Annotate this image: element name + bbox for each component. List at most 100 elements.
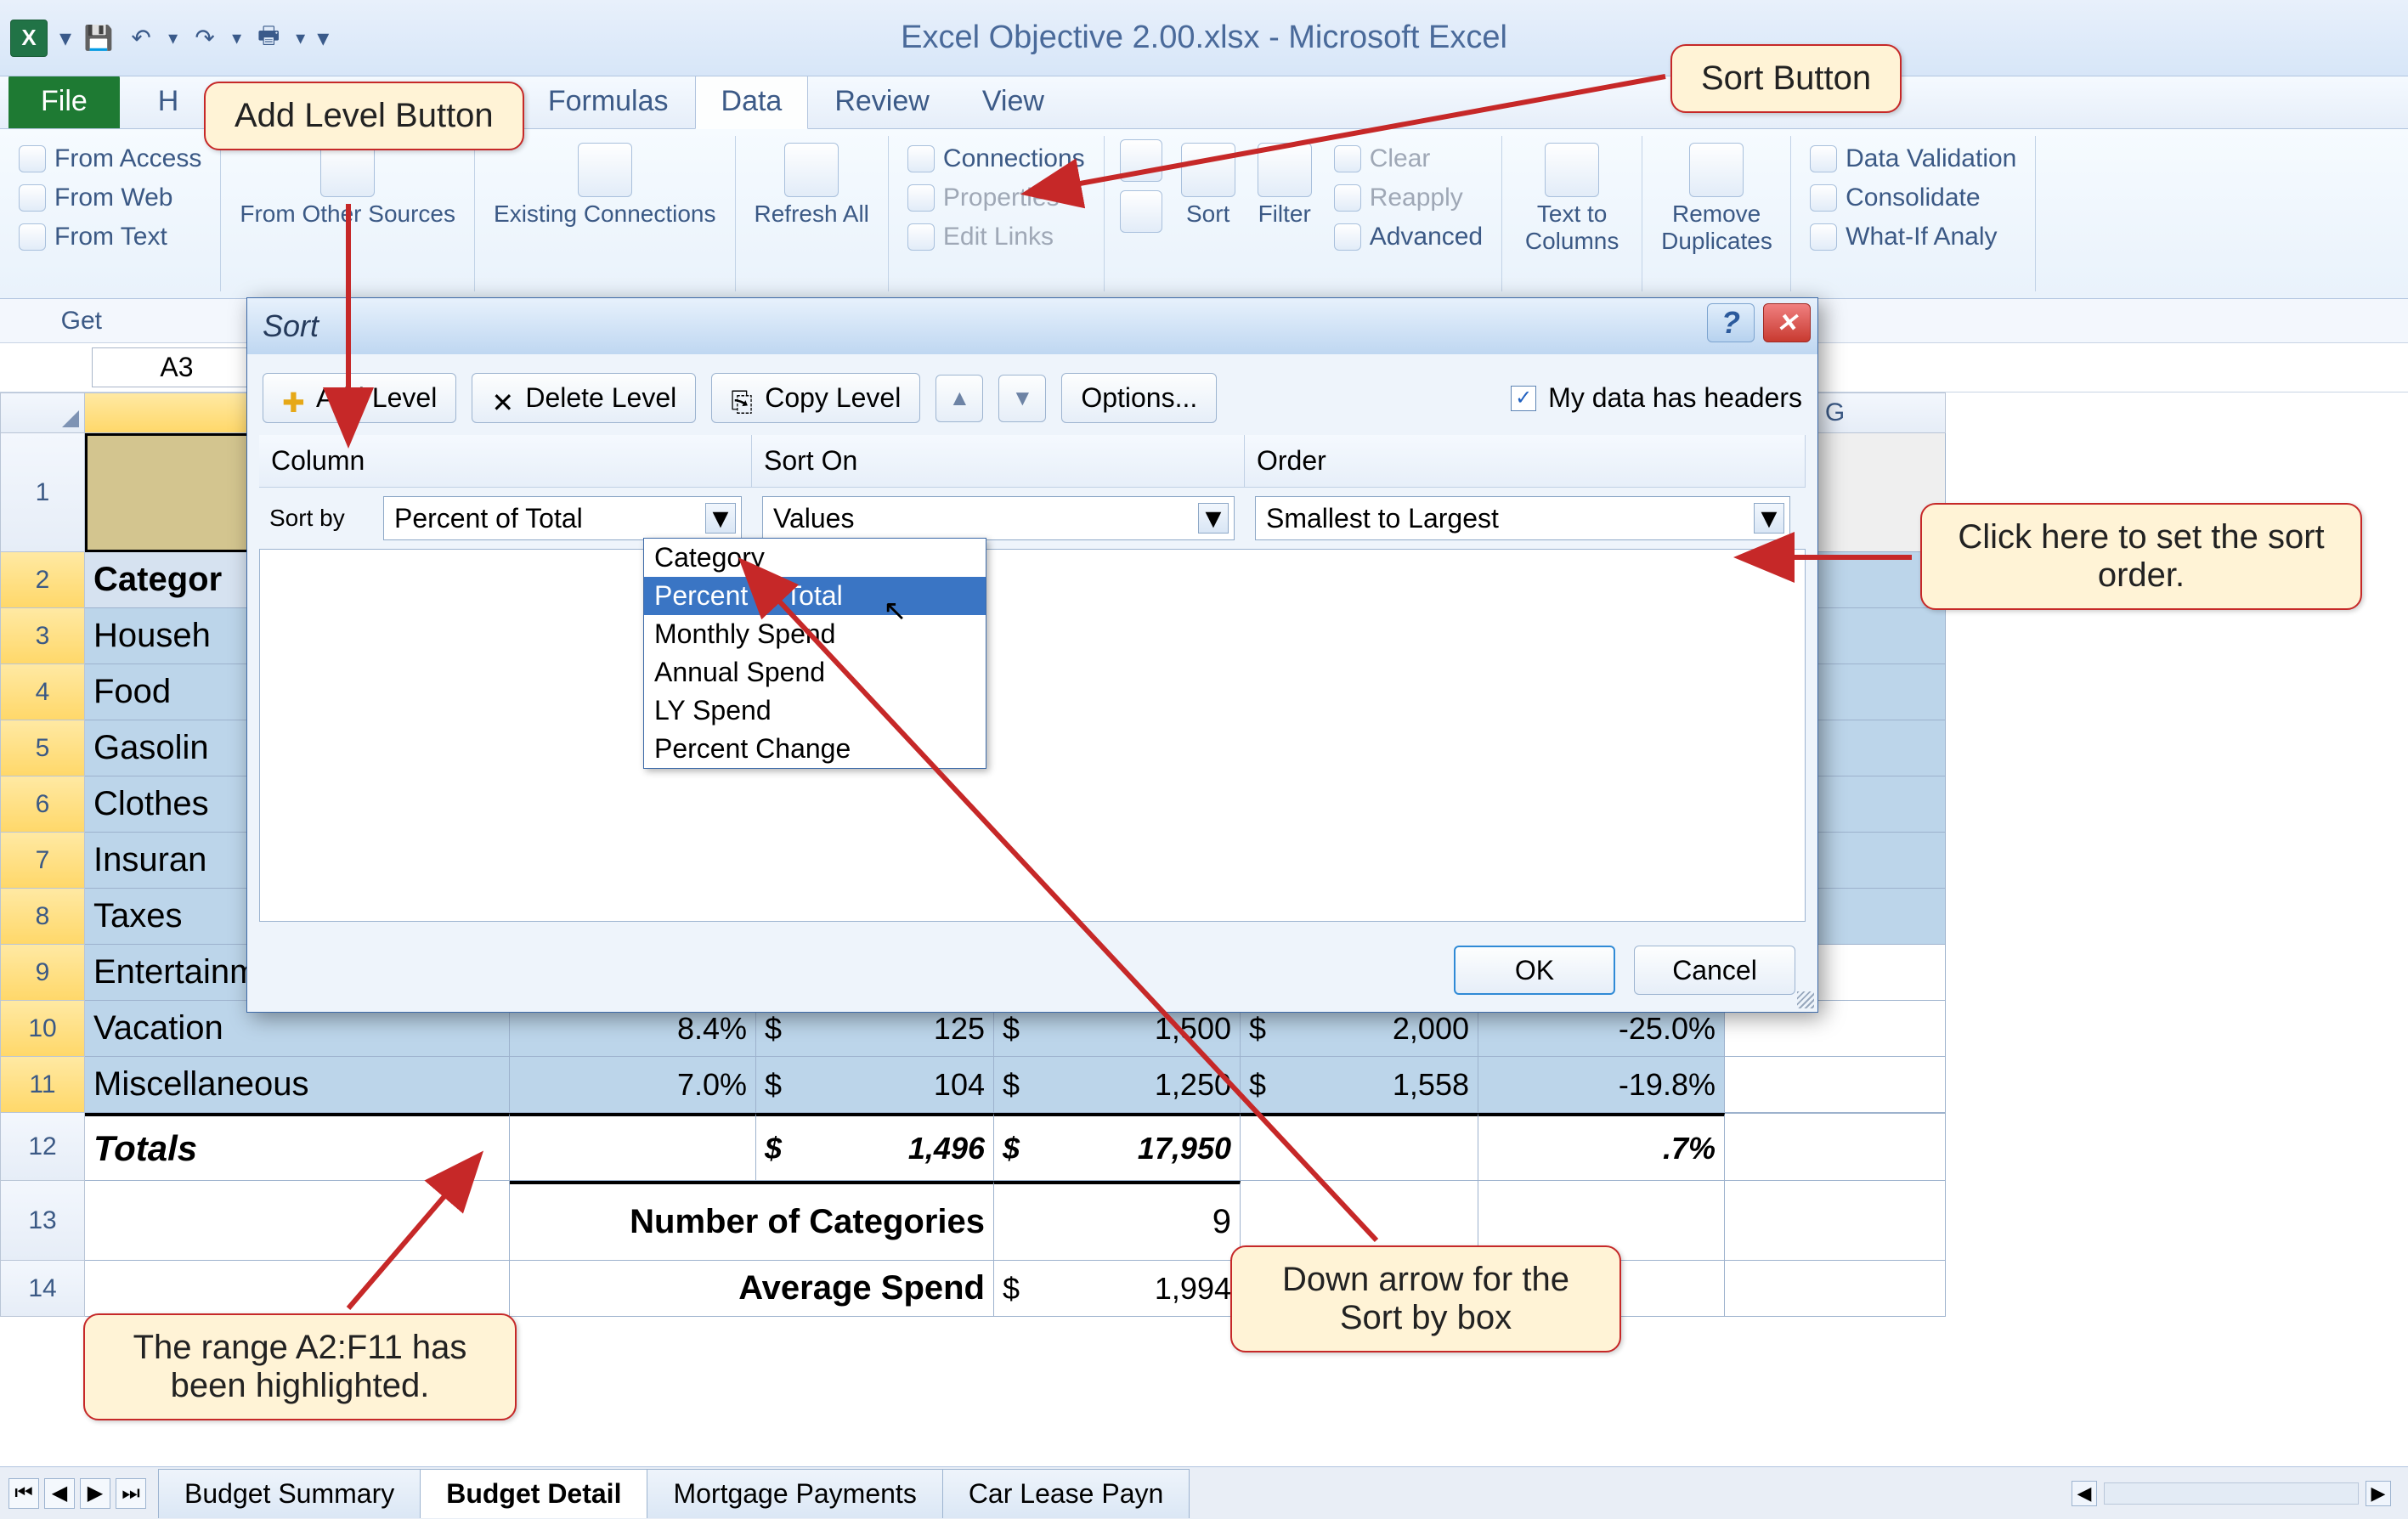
sheet-nav-first[interactable]: ⏮	[8, 1478, 39, 1509]
resize-grip[interactable]	[1797, 991, 1814, 1008]
dropdown-item[interactable]: Category	[644, 539, 986, 577]
remove-duplicates-button[interactable]: Remove Duplicates	[1658, 139, 1775, 258]
from-access-button[interactable]: From Access	[15, 139, 205, 178]
what-if-button[interactable]: What-If Analy	[1806, 217, 2020, 257]
tab-home[interactable]: H	[132, 74, 206, 128]
sheet-tab[interactable]: Mortgage Payments	[647, 1469, 942, 1518]
print-icon[interactable]: 🖶	[253, 23, 284, 54]
filter-button[interactable]: Filter	[1254, 139, 1315, 231]
row-header[interactable]: 7	[0, 833, 85, 889]
copy-level-button[interactable]: ⎘Copy Level	[711, 373, 920, 423]
cell[interactable]	[85, 1181, 510, 1261]
row-header[interactable]: 14	[0, 1261, 85, 1317]
sheet-tab[interactable]: Budget Detail	[420, 1469, 647, 1518]
cell[interactable]: $1,558	[1241, 1057, 1478, 1113]
redo-icon[interactable]: ↷	[189, 23, 220, 54]
ok-button[interactable]: OK	[1454, 946, 1615, 995]
select-all-corner[interactable]	[0, 392, 85, 433]
undo-dropdown-icon[interactable]: ▾	[168, 27, 178, 49]
hscroll-track[interactable]	[2104, 1482, 2359, 1505]
cell[interactable]: $17,950	[994, 1113, 1241, 1181]
dropdown-item[interactable]: Percent Change	[644, 730, 986, 768]
from-other-sources-button[interactable]: From Other Sources	[236, 139, 459, 231]
row-header[interactable]: 5	[0, 720, 85, 776]
redo-dropdown-icon[interactable]: ▾	[232, 27, 241, 49]
move-up-button[interactable]: ▲	[936, 375, 983, 422]
file-tab[interactable]: File	[8, 75, 120, 128]
data-validation-button[interactable]: Data Validation	[1806, 139, 2020, 178]
name-box[interactable]: A3	[92, 347, 262, 387]
options-button[interactable]: Options...	[1061, 373, 1217, 423]
hscroll-left[interactable]: ◀	[2072, 1481, 2097, 1506]
cell[interactable]: $1,496	[756, 1113, 994, 1181]
row-header[interactable]: 1	[0, 433, 85, 552]
connections-button[interactable]: Connections	[904, 139, 1088, 178]
move-down-button[interactable]: ▼	[998, 375, 1046, 422]
cell[interactable]: $104	[756, 1057, 994, 1113]
sheet-nav-last[interactable]: ⏭	[116, 1478, 146, 1509]
dropdown-item[interactable]: Annual Spend	[644, 653, 986, 692]
existing-connections-button[interactable]: Existing Connections	[490, 139, 719, 231]
cell[interactable]	[1241, 1113, 1478, 1181]
row-header[interactable]: 8	[0, 889, 85, 945]
sortby-dropdown-list[interactable]: Category Percent of Total Monthly Spend …	[643, 538, 986, 769]
row-header[interactable]: 13	[0, 1181, 85, 1261]
qat-dropdown-icon[interactable]: ▾	[59, 24, 71, 52]
sheet-nav-prev[interactable]: ◀	[44, 1478, 75, 1509]
excel-icon[interactable]: X	[10, 20, 48, 57]
cell[interactable]	[85, 1261, 510, 1317]
cell[interactable]: Totals	[85, 1113, 510, 1181]
text-to-columns-button[interactable]: Text to Columns	[1518, 139, 1626, 258]
cell[interactable]: Number of Categories	[510, 1181, 994, 1261]
dropdown-item[interactable]: Monthly Spend	[644, 615, 986, 653]
print-dropdown-icon[interactable]: ▾	[296, 27, 305, 49]
sheet-nav-next[interactable]: ▶	[80, 1478, 110, 1509]
sortby-combo[interactable]: Percent of Total ▼	[383, 496, 742, 540]
cell[interactable]: $1,250	[994, 1057, 1241, 1113]
cell[interactable]: 7.0%	[510, 1057, 756, 1113]
qat-custom-dropdown-icon[interactable]: ▾	[317, 24, 329, 52]
order-dropdown-arrow[interactable]: ▼	[1754, 503, 1784, 534]
advanced-button[interactable]: Advanced	[1331, 217, 1486, 257]
row-header[interactable]: 9	[0, 945, 85, 1001]
sorton-combo[interactable]: Values ▼	[762, 496, 1235, 540]
row-header[interactable]: 10	[0, 1001, 85, 1057]
row-header[interactable]: 6	[0, 776, 85, 833]
cell[interactable]	[1725, 1057, 1946, 1113]
cancel-button[interactable]: Cancel	[1634, 946, 1795, 995]
tab-view[interactable]: View	[956, 74, 1071, 128]
from-web-button[interactable]: From Web	[15, 178, 205, 217]
cell[interactable]	[510, 1113, 756, 1181]
cell[interactable]: -19.8%	[1478, 1057, 1725, 1113]
dropdown-item[interactable]: Percent of Total	[644, 577, 986, 615]
close-button[interactable]: ✕	[1763, 303, 1811, 342]
cell[interactable]: Average Spend	[510, 1261, 994, 1317]
cell[interactable]: .7%	[1478, 1113, 1725, 1181]
hscroll-right[interactable]: ▶	[2366, 1481, 2391, 1506]
sorton-dropdown-arrow[interactable]: ▼	[1198, 503, 1229, 534]
row-header[interactable]: 11	[0, 1057, 85, 1113]
from-text-button[interactable]: From Text	[15, 217, 205, 257]
sort-button[interactable]: Sort	[1178, 139, 1239, 231]
sheet-tab[interactable]: Budget Summary	[158, 1469, 421, 1518]
dialog-title-bar[interactable]: Sort ? ✕	[247, 298, 1817, 354]
dropdown-item[interactable]: LY Spend	[644, 692, 986, 730]
save-icon[interactable]: 💾	[83, 23, 114, 54]
tab-data[interactable]: Data	[695, 74, 809, 129]
cell[interactable]	[1725, 1181, 1946, 1261]
row-header[interactable]: 4	[0, 664, 85, 720]
cell[interactable]: 9	[994, 1181, 1241, 1261]
cell[interactable]	[1725, 1113, 1946, 1181]
sortby-dropdown-arrow[interactable]: ▼	[705, 503, 736, 534]
headers-checkbox-wrap[interactable]: ✓ My data has headers	[1511, 382, 1802, 414]
sort-asc-icon[interactable]	[1120, 139, 1162, 182]
sheet-tab[interactable]: Car Lease Payn	[942, 1469, 1190, 1518]
headers-checkbox[interactable]: ✓	[1511, 386, 1536, 411]
help-button[interactable]: ?	[1707, 303, 1755, 342]
row-header[interactable]: 2	[0, 552, 85, 608]
consolidate-button[interactable]: Consolidate	[1806, 178, 2020, 217]
tab-review[interactable]: Review	[808, 74, 955, 128]
row-header[interactable]: 3	[0, 608, 85, 664]
cell[interactable]: Miscellaneous	[85, 1057, 510, 1113]
tab-formulas[interactable]: Formulas	[522, 74, 695, 128]
